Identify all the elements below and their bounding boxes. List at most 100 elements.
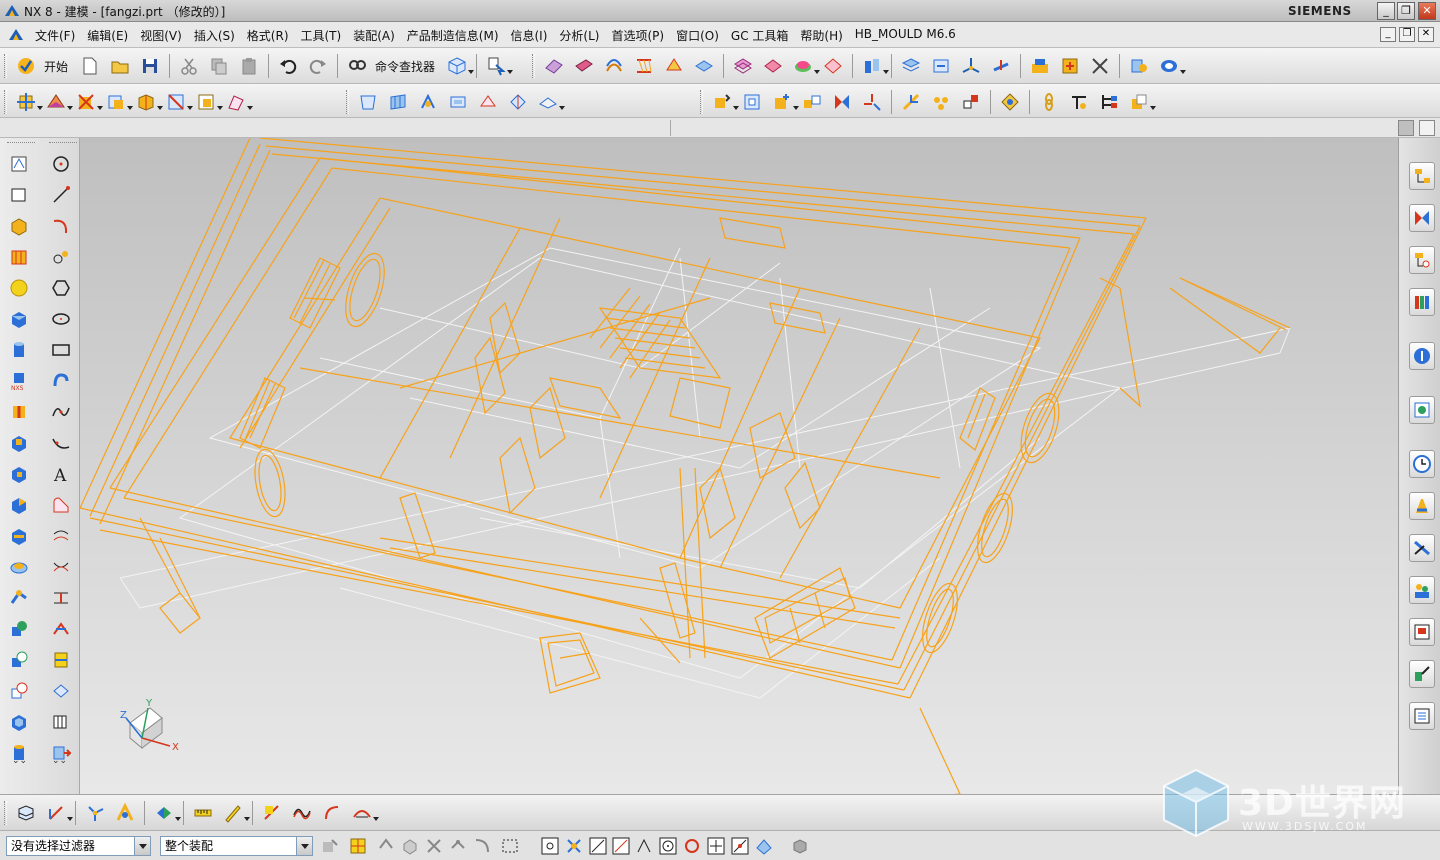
wcs-orient-icon[interactable] (42, 799, 73, 827)
doc-minimize-button[interactable]: _ (1380, 27, 1396, 42)
offset-face-icon[interactable] (444, 88, 472, 116)
part-navigator-tab-icon[interactable] (1409, 246, 1435, 274)
new-component-icon[interactable] (768, 88, 799, 116)
assembly-navigator-tab-icon[interactable] (1409, 162, 1435, 190)
hole-icon[interactable] (4, 396, 34, 427)
menu-pmi[interactable]: 产品制造信息(M) (401, 27, 505, 44)
toolbar-grip[interactable] (7, 142, 35, 146)
arc-icon[interactable] (46, 210, 76, 241)
background-icon[interactable] (192, 88, 223, 116)
hd3d-tools-tab-icon[interactable] (1409, 342, 1435, 370)
add-component-icon[interactable] (1056, 52, 1084, 80)
extract-geometry-icon[interactable] (354, 88, 382, 116)
more-curve-tools-indicator[interactable]: ⌄⌄ (52, 756, 67, 766)
dock-maximize-icon[interactable] (1419, 120, 1435, 136)
menu-view[interactable]: 视图(V) (134, 27, 188, 44)
toolbar-grip[interactable] (4, 801, 7, 825)
extract-curve-icon[interactable] (46, 675, 76, 706)
surface-icon[interactable] (540, 52, 568, 80)
process-studio-tab-icon[interactable] (1409, 534, 1435, 562)
mirror-assembly-icon[interactable] (798, 88, 826, 116)
command-finder-label[interactable]: 命令查找器 (375, 58, 435, 75)
menu-format[interactable]: 格式(R) (241, 27, 295, 44)
snap-multi-icon[interactable] (564, 836, 584, 856)
clearance-icon[interactable] (738, 88, 766, 116)
redo-icon[interactable] (304, 52, 332, 80)
helix-icon[interactable] (46, 365, 76, 396)
select-edges-icon[interactable] (376, 836, 396, 856)
unite-icon[interactable] (4, 613, 34, 644)
menu-information[interactable]: 信息(I) (505, 27, 554, 44)
isoparametric-curve-icon[interactable] (46, 706, 76, 737)
selection-mode-icon[interactable] (482, 52, 514, 80)
offset-surface-icon[interactable] (729, 52, 757, 80)
restore-button[interactable]: ❐ (1397, 2, 1415, 20)
menu-window[interactable]: 窗口(O) (670, 27, 725, 44)
explode-icon[interactable] (858, 88, 886, 116)
view-orientation-icon[interactable] (443, 52, 475, 80)
tree-structure-icon[interactable] (1095, 88, 1123, 116)
polygon-icon[interactable] (46, 272, 76, 303)
spline-icon[interactable] (46, 396, 76, 427)
edge-blend-icon[interactable] (4, 582, 34, 613)
layer-settings-icon[interactable] (897, 52, 925, 80)
cylinder-icon[interactable] (4, 334, 34, 365)
shell-icon[interactable] (4, 706, 34, 737)
offset-curve-icon[interactable] (46, 489, 76, 520)
rectangle-icon[interactable] (46, 334, 76, 365)
project-curve-icon[interactable] (46, 582, 76, 613)
assembly-navigator-icon[interactable] (1026, 52, 1054, 80)
studio-spline-icon[interactable] (348, 799, 379, 827)
roles-icon[interactable] (1155, 52, 1186, 80)
ruler-icon[interactable] (189, 799, 217, 827)
swept-icon[interactable] (570, 52, 598, 80)
graphics-window[interactable]: X Y Z (80, 138, 1398, 794)
menu-analysis[interactable]: 分析(L) (553, 27, 605, 44)
move-object-icon[interactable] (858, 52, 889, 80)
constraint-navigator-tab-icon[interactable] (1409, 204, 1435, 232)
rectangle-select-icon[interactable] (500, 836, 520, 856)
doc-restore-button[interactable]: ❐ (1399, 27, 1415, 42)
doc-close-button[interactable]: ✕ (1418, 27, 1434, 42)
through-curves-icon[interactable] (600, 52, 628, 80)
wcs-origin-icon[interactable] (987, 52, 1015, 80)
extrude-icon[interactable] (4, 210, 34, 241)
wave-linker-icon[interactable] (927, 88, 955, 116)
select-faces-icon[interactable] (448, 836, 468, 856)
command-finder-icon[interactable] (343, 52, 371, 80)
toolbar-grip[interactable] (49, 142, 77, 146)
reflect-icon[interactable] (828, 88, 856, 116)
sheet-list-tab-icon[interactable] (1409, 702, 1435, 730)
snap-existing-point-icon[interactable] (706, 836, 726, 856)
wireframe-model[interactable]: X Y Z (80, 138, 1398, 794)
menu-file[interactable]: 文件(F) (29, 27, 81, 44)
subtract-icon[interactable] (4, 644, 34, 675)
fit-spline-icon[interactable] (46, 427, 76, 458)
more-tools-indicator[interactable]: ⌄⌄ (12, 756, 27, 766)
select-curves-icon[interactable] (472, 836, 492, 856)
menu-insert[interactable]: 插入(S) (188, 27, 241, 44)
menu-help[interactable]: 帮助(H) (794, 27, 848, 44)
join-curve-icon[interactable] (46, 551, 76, 582)
pad-icon[interactable] (4, 489, 34, 520)
snap-center-icon[interactable] (658, 836, 678, 856)
palette-tab-icon[interactable] (1409, 660, 1435, 688)
toolbar-grip[interactable] (4, 90, 7, 114)
snap-quadrant-icon[interactable] (682, 836, 702, 856)
menu-edit[interactable]: 编辑(E) (81, 27, 134, 44)
roles-tab-icon[interactable] (1409, 576, 1435, 604)
blend-icon[interactable] (474, 88, 502, 116)
block-icon[interactable] (4, 303, 34, 334)
toolbar-grip[interactable] (4, 54, 7, 78)
pocket-icon[interactable] (4, 458, 34, 489)
view-cube-icon[interactable] (790, 836, 810, 856)
wave-curve-icon[interactable] (288, 799, 316, 827)
draft-icon[interactable] (534, 88, 565, 116)
attribute-icon[interactable] (1065, 88, 1093, 116)
move-to-layer-icon[interactable] (927, 52, 955, 80)
part-navigator-icon[interactable] (1125, 52, 1153, 80)
nx-menu-icon[interactable] (8, 27, 24, 43)
snap-control-point-icon[interactable] (611, 836, 631, 856)
select-features-icon[interactable] (348, 836, 368, 856)
nx-feature-icon[interactable]: NXS (4, 365, 34, 396)
